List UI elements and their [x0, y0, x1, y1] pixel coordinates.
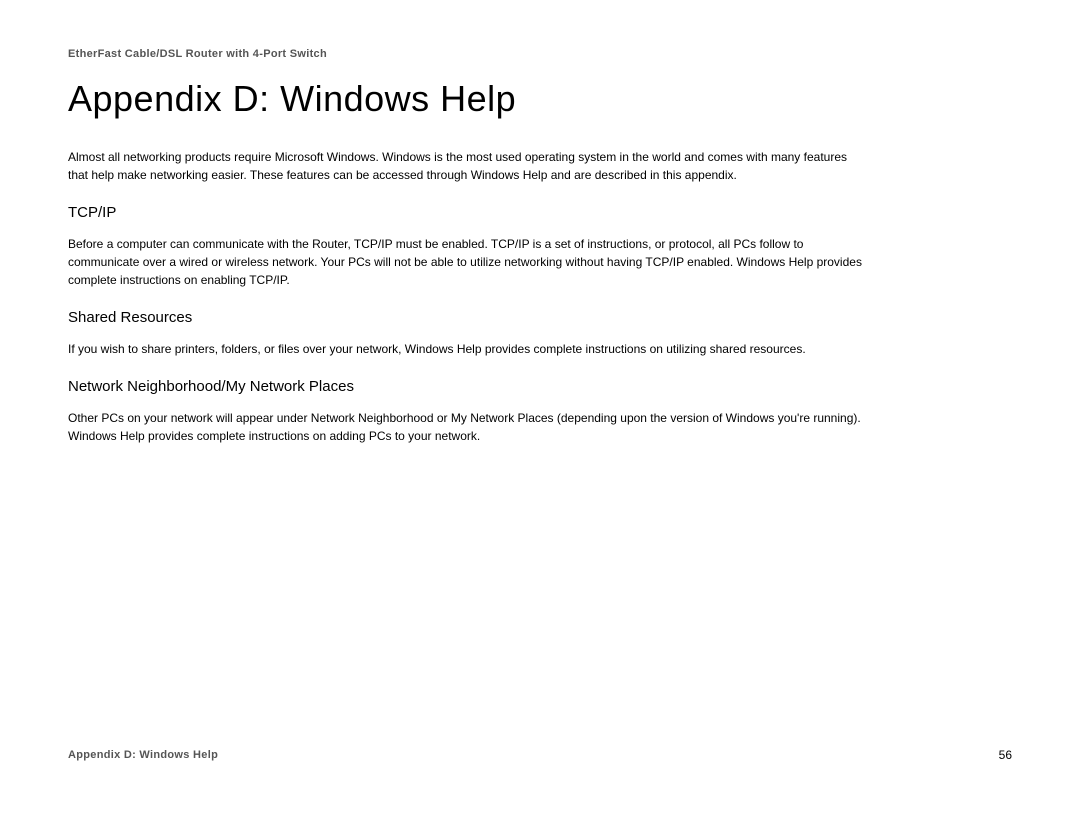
section-body-network-neighborhood: Other PCs on your network will appear un… — [68, 409, 868, 445]
section-heading-tcpip: TCP/IP — [68, 204, 1012, 221]
page-number: 56 — [999, 748, 1012, 762]
section-body-tcpip: Before a computer can communicate with t… — [68, 235, 868, 289]
appendix-title: Appendix D: Windows Help — [68, 78, 1012, 120]
intro-paragraph: Almost all networking products require M… — [68, 148, 868, 184]
section-heading-shared-resources: Shared Resources — [68, 309, 1012, 326]
footer-label: Appendix D: Windows Help — [68, 749, 218, 761]
header-product-name: EtherFast Cable/DSL Router with 4-Port S… — [68, 48, 1012, 60]
section-body-shared-resources: If you wish to share printers, folders, … — [68, 340, 868, 358]
section-heading-network-neighborhood: Network Neighborhood/My Network Places — [68, 378, 1012, 395]
footer: Appendix D: Windows Help 56 — [68, 748, 1012, 762]
